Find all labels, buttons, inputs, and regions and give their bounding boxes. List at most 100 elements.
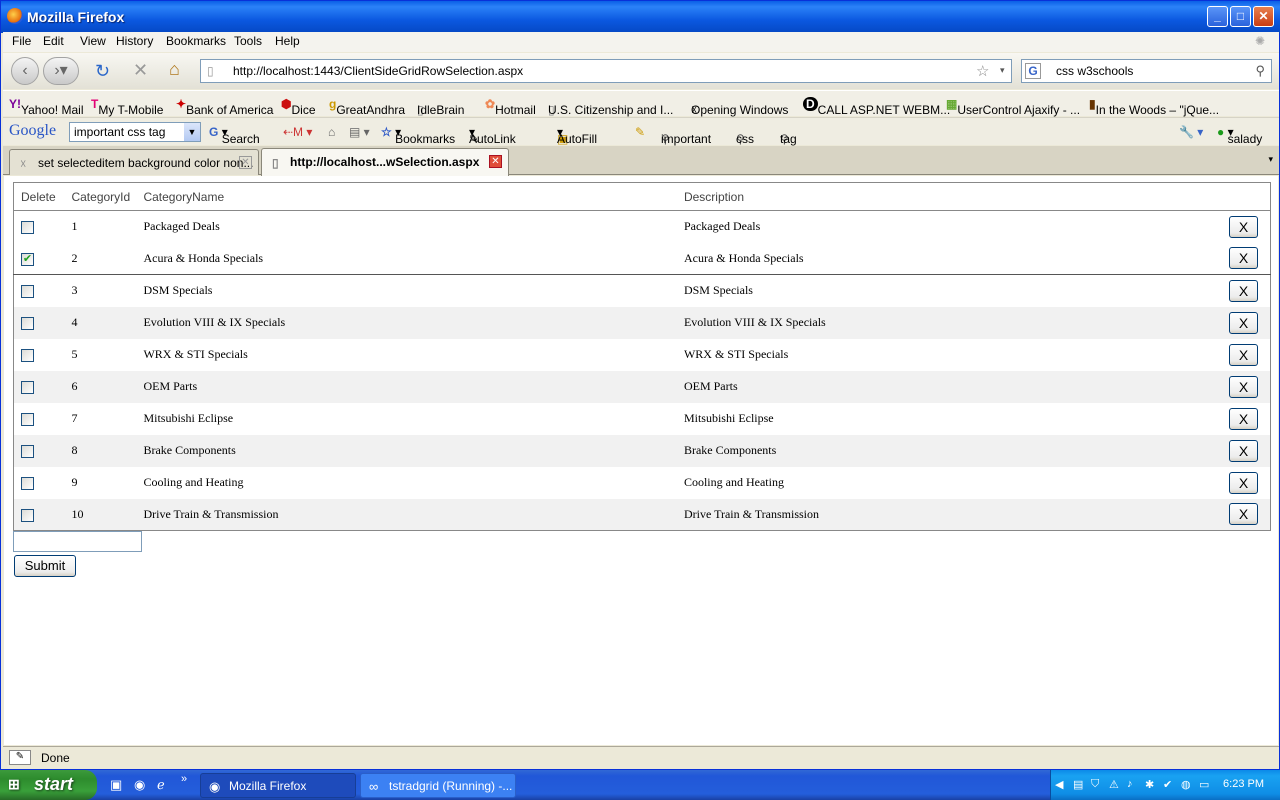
minimize-button[interactable]: _ bbox=[1207, 6, 1228, 27]
delete-checkbox[interactable] bbox=[21, 221, 34, 234]
delete-row-button[interactable]: X bbox=[1229, 311, 1258, 334]
highlight-icon[interactable]: ✎ bbox=[635, 125, 645, 139]
tray-volume-icon[interactable]: ♪ bbox=[1127, 778, 1133, 790]
menu-edit[interactable]: Edit bbox=[43, 34, 64, 48]
task-mozilla-firefox[interactable]: ◉ Mozilla Firefox bbox=[200, 773, 356, 798]
google-bookmarks-button[interactable]: ☆ Bookmarks ▾ bbox=[381, 125, 455, 146]
google-query-combo[interactable]: important css tag ▼ bbox=[69, 122, 201, 142]
news-icon[interactable]: ⌂ bbox=[328, 125, 335, 139]
tray-check-icon[interactable]: ✔ bbox=[1163, 778, 1172, 791]
reload-icon[interactable]: ↻ bbox=[95, 61, 110, 82]
close-icon[interactable]: ✕ bbox=[489, 155, 502, 168]
table-row[interactable]: 6 OEM Parts OEM Parts X bbox=[13, 370, 1271, 403]
menu-help[interactable]: Help bbox=[275, 34, 300, 48]
account-menu[interactable]: ● salady ▾ bbox=[1217, 125, 1262, 146]
tray-security-icon[interactable]: ⚠ bbox=[1109, 778, 1119, 791]
tray-network-icon[interactable]: ▤ bbox=[1073, 778, 1083, 791]
delete-checkbox[interactable] bbox=[21, 508, 34, 522]
bookmark-yahoo-mail[interactable]: Y! Yahoo! Mail bbox=[9, 97, 83, 117]
url-bar[interactable]: ▯ ☆ ▾ bbox=[200, 59, 1012, 83]
stop-icon[interactable]: ✕ bbox=[133, 60, 148, 81]
description-cell: WRX & STI Specials bbox=[683, 347, 789, 361]
autofill-button[interactable]: ▣ AutoFill ▾ bbox=[557, 125, 597, 146]
table-row[interactable]: 10 Drive Train & Transmission Drive Train … bbox=[13, 498, 1271, 531]
chevron-down-icon[interactable]: ▼ bbox=[184, 123, 200, 141]
table-row[interactable]: 9 Cooling and Heating Cooling and Heating X bbox=[14, 467, 1271, 499]
search-bar[interactable]: G ⚲ bbox=[1021, 59, 1272, 83]
bookmark-greatandhra[interactable]: g GreatAndhra bbox=[329, 97, 405, 117]
google-logo[interactable]: Google bbox=[9, 122, 56, 140]
delete-row-button[interactable]: X bbox=[1229, 407, 1258, 430]
delete-row-button[interactable]: X bbox=[1229, 471, 1258, 494]
tray-expand-icon[interactable]: ◀ bbox=[1055, 778, 1063, 791]
quicklaunch-desktop-icon[interactable]: ▣ bbox=[110, 777, 122, 793]
delete-checkbox[interactable] bbox=[21, 316, 34, 330]
delete-checkbox[interactable] bbox=[21, 348, 34, 362]
delete-checkbox[interactable] bbox=[21, 380, 34, 394]
tab-localhost[interactable]: ▯ http://localhost...wSelection.aspx ✕ bbox=[261, 148, 509, 176]
menu-history[interactable]: History bbox=[116, 34, 153, 48]
search-icon[interactable]: ⚲ bbox=[1255, 63, 1265, 79]
text-input[interactable] bbox=[13, 531, 142, 552]
tray-bluetooth-icon[interactable]: ✱ bbox=[1145, 778, 1154, 791]
quicklaunch-ie-icon[interactable]: ℯ bbox=[157, 777, 165, 793]
menu-file[interactable]: File bbox=[12, 34, 31, 48]
start-button[interactable]: ⊞ start bbox=[0, 770, 97, 800]
delete-checkbox[interactable] bbox=[21, 285, 34, 298]
table-row[interactable]: 5 WRX & STI Specials WRX & STI Specials X bbox=[14, 339, 1271, 371]
quicklaunch-firefox-icon[interactable]: ◉ bbox=[134, 777, 145, 793]
table-row[interactable]: 4 Evolution VIII & IX Specials Evolution V… bbox=[13, 306, 1271, 339]
gmail-icon[interactable]: ⇠M ▾ bbox=[283, 125, 312, 139]
back-button[interactable]: ‹ bbox=[11, 57, 39, 85]
bookmark-in-the-woods[interactable]: ▮ In the Woods – "jQue... bbox=[1089, 97, 1219, 117]
delete-checkbox[interactable] bbox=[21, 412, 34, 426]
table-row[interactable]: 1 Packaged Deals Packaged Deals X bbox=[14, 211, 1271, 243]
bookmark-usercontrol-ajaxify[interactable]: ▦ UserControl Ajaxify - ... bbox=[946, 97, 1080, 117]
bookmark-t-mobile[interactable]: T My T-Mobile bbox=[91, 97, 163, 117]
home-icon[interactable]: ⌂ bbox=[169, 59, 180, 80]
tray-monitor-icon[interactable]: ▭ bbox=[1199, 778, 1209, 791]
autolink-button[interactable]: ✎ AutoLink ▾ bbox=[469, 125, 516, 146]
maximize-button[interactable]: □ bbox=[1230, 6, 1251, 27]
delete-row-button[interactable]: X bbox=[1229, 215, 1258, 238]
delete-checkbox[interactable]: ✔ bbox=[21, 252, 34, 266]
delete-checkbox[interactable] bbox=[21, 476, 34, 490]
star-icon[interactable]: ☆ bbox=[976, 62, 989, 80]
bookmark-call-aspnet[interactable]: D CALL ASP.NET WEBM... bbox=[803, 97, 950, 117]
task-tstradgrid[interactable]: ∞ tstradgrid (Running) -... bbox=[360, 773, 516, 798]
bookmark-dice[interactable]: ⬢ Dice bbox=[281, 97, 316, 117]
quicklaunch-more-icon[interactable]: » bbox=[181, 773, 187, 785]
menu-bookmarks[interactable]: Bookmarks bbox=[166, 34, 226, 48]
url-input[interactable] bbox=[233, 64, 963, 78]
tab-list-icon[interactable]: ▾ bbox=[1268, 154, 1273, 165]
google-search-engine-icon[interactable]: G bbox=[1025, 63, 1041, 79]
category-id-cell: 6 bbox=[71, 379, 78, 393]
search-input[interactable] bbox=[1056, 64, 1252, 78]
close-icon[interactable]: ✕ bbox=[239, 156, 252, 169]
delete-row-button[interactable]: X bbox=[1229, 247, 1258, 270]
tab-selecteditem[interactable]: ☓ set selecteditem background color non.… bbox=[9, 149, 259, 175]
google-search-button[interactable]: G Search ▾ bbox=[209, 125, 260, 146]
delete-checkbox[interactable] bbox=[21, 444, 34, 458]
delete-row-button[interactable]: X bbox=[1229, 343, 1258, 366]
delete-row-button[interactable]: X bbox=[1229, 503, 1258, 526]
table-row[interactable]: 7 Mitsubishi Eclipse Mitsubishi Eclipse X bbox=[14, 403, 1271, 435]
table-row[interactable]: 3 DSM Specials DSM Specials X bbox=[14, 275, 1271, 307]
tray-shield-icon[interactable]: ⛉ bbox=[1091, 778, 1099, 791]
wrench-icon[interactable]: 🔧 ▾ bbox=[1179, 125, 1203, 139]
delete-row-button[interactable]: X bbox=[1229, 279, 1258, 302]
forward-button[interactable]: ›▾ bbox=[43, 57, 79, 85]
delete-row-button[interactable]: X bbox=[1229, 439, 1258, 462]
table-row[interactable]: 8 Brake Components Brake Components X bbox=[13, 434, 1271, 467]
menu-view[interactable]: View bbox=[80, 34, 106, 48]
share-icon[interactable]: ▤ ▾ bbox=[349, 125, 370, 139]
tray-app-icon[interactable]: ◍ bbox=[1181, 778, 1191, 791]
submit-button[interactable]: Submit bbox=[14, 555, 76, 577]
menu-tools[interactable]: Tools bbox=[234, 34, 262, 48]
table-row[interactable]: ✔ 2 Acura & Honda Specials Acura & Honda Sp… bbox=[13, 243, 1271, 275]
bookmark-bank-of-america[interactable]: ✦ Bank of America bbox=[176, 97, 273, 117]
chevron-down-icon[interactable]: ▾ bbox=[1000, 65, 1005, 76]
bookmark-hotmail[interactable]: ✿ Hotmail bbox=[485, 97, 536, 117]
delete-row-button[interactable]: X bbox=[1229, 375, 1258, 398]
close-window-button[interactable]: ✕ bbox=[1253, 6, 1274, 27]
